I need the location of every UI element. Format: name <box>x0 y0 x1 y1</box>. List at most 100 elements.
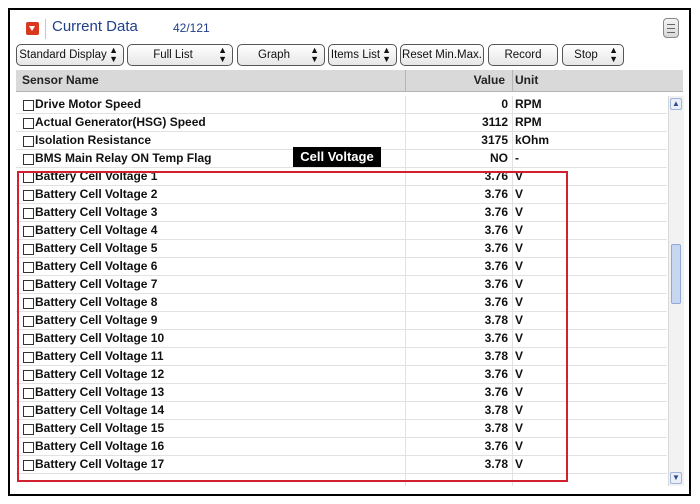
scroll-up-icon[interactable]: ▲ <box>670 98 682 110</box>
collapse-icon[interactable] <box>26 22 39 35</box>
table-row[interactable]: Battery Cell Voltage 3 3.76 V <box>16 204 667 222</box>
vertical-scrollbar[interactable]: ▲ ▼ <box>668 96 684 486</box>
table-row[interactable]: Battery Cell Voltage 1 3.76 V <box>16 168 667 186</box>
row-checkbox[interactable] <box>23 280 34 291</box>
sensor-name: Battery Cell Voltage 12 <box>35 367 165 381</box>
row-checkbox[interactable] <box>23 370 34 381</box>
panel-header: Current Data 42/121 <box>10 10 689 48</box>
stop-select[interactable]: Stop ▲ ▼ <box>562 44 624 66</box>
record-button[interactable]: Record <box>488 44 558 66</box>
sensor-unit: kOhm <box>515 133 550 147</box>
row-checkbox[interactable] <box>23 190 34 201</box>
table-row[interactable]: Battery Cell Voltage 8 3.76 V <box>16 294 667 312</box>
sensor-unit: V <box>515 241 524 255</box>
settings-icon[interactable] <box>663 18 679 38</box>
column-header-sensor-name[interactable]: Sensor Name <box>22 73 99 87</box>
sensor-unit: V <box>515 385 524 399</box>
toolbar: Standard Display ▲ ▼ Full List ▲ ▼ Graph ▲… <box>10 44 689 70</box>
record-label: Record <box>504 49 542 61</box>
sensor-unit: V <box>515 367 524 381</box>
items-list-select[interactable]: Items List ▲ ▼ <box>328 44 397 66</box>
sensor-value: 3.76 <box>484 439 508 453</box>
sensor-value: 3.76 <box>484 331 508 345</box>
table-row[interactable]: Battery Cell Voltage 7 3.76 V <box>16 276 667 294</box>
table-row[interactable]: Battery Cell Voltage 4 3.76 V <box>16 222 667 240</box>
sensor-name: Battery Cell Voltage 5 <box>35 241 158 255</box>
table-row[interactable]: Battery Cell Voltage 2 3.76 V <box>16 186 667 204</box>
sensor-name: Battery Cell Voltage 6 <box>35 259 158 273</box>
sensor-value: 3.76 <box>484 295 508 309</box>
table-row[interactable]: Battery Cell Voltage 12 3.76 V <box>16 366 667 384</box>
scroll-down-icon[interactable]: ▼ <box>670 472 682 484</box>
scrollbar-thumb[interactable] <box>671 244 681 304</box>
sensor-unit: RPM <box>515 115 542 129</box>
row-checkbox[interactable] <box>23 262 34 273</box>
row-checkbox[interactable] <box>23 208 34 219</box>
sensor-unit: V <box>515 439 524 453</box>
table-row[interactable]: Battery Cell Voltage 17 3.78 V <box>16 456 667 474</box>
row-checkbox[interactable] <box>23 118 34 129</box>
sensor-unit: V <box>515 349 524 363</box>
sensor-value: 3.76 <box>484 223 508 237</box>
sensor-unit: V <box>515 403 524 417</box>
table-row[interactable]: Drive Motor Speed 0 RPM <box>16 96 667 114</box>
sensor-unit: V <box>515 187 524 201</box>
cell-voltage-callout: Cell Voltage <box>293 147 381 167</box>
table-row[interactable]: Battery Cell Voltage 10 3.76 V <box>16 330 667 348</box>
spinner-icon: ▲ ▼ <box>310 45 319 64</box>
table-row[interactable]: Battery Cell Voltage 11 3.78 V <box>16 348 667 366</box>
table-row[interactable]: Battery Cell Voltage 5 3.76 V <box>16 240 667 258</box>
sensor-value: 3.76 <box>484 385 508 399</box>
row-checkbox[interactable] <box>23 388 34 399</box>
row-checkbox[interactable] <box>23 352 34 363</box>
column-divider <box>405 70 406 91</box>
sensor-name: Battery Cell Voltage 14 <box>35 403 165 417</box>
column-header-value[interactable]: Value <box>474 73 505 87</box>
sensor-value: 3.78 <box>484 421 508 435</box>
table-row[interactable]: Battery Cell Voltage 6 3.76 V <box>16 258 667 276</box>
row-checkbox[interactable] <box>23 136 34 147</box>
graph-select[interactable]: Graph ▲ ▼ <box>237 44 325 66</box>
sensor-name: Battery Cell Voltage 7 <box>35 277 158 291</box>
row-checkbox[interactable] <box>23 100 34 111</box>
table-row[interactable]: Actual Generator(HSG) Speed 3112 RPM <box>16 114 667 132</box>
full-list-select[interactable]: Full List ▲ ▼ <box>127 44 233 66</box>
row-checkbox[interactable] <box>23 172 34 183</box>
item-count: 42/121 <box>173 21 210 35</box>
items-list-label: Items List <box>330 49 381 61</box>
row-checkbox[interactable] <box>23 244 34 255</box>
sensor-name: Battery Cell Voltage 1 <box>35 169 158 183</box>
sensor-value: 3.76 <box>484 367 508 381</box>
standard-display-select[interactable]: Standard Display ▲ ▼ <box>16 44 124 66</box>
row-checkbox[interactable] <box>23 316 34 327</box>
table-row[interactable]: Battery Cell Voltage 14 3.78 V <box>16 402 667 420</box>
table-row[interactable]: Battery Cell Voltage 13 3.76 V <box>16 384 667 402</box>
sensor-unit: V <box>515 205 524 219</box>
sensor-name: Battery Cell Voltage 3 <box>35 205 158 219</box>
sensor-name: Battery Cell Voltage 11 <box>35 349 164 363</box>
spinner-icon: ▲ ▼ <box>382 45 391 64</box>
row-checkbox[interactable] <box>23 226 34 237</box>
row-checkbox[interactable] <box>23 406 34 417</box>
row-checkbox[interactable] <box>23 424 34 435</box>
row-checkbox[interactable] <box>23 298 34 309</box>
sensor-name: Battery Cell Voltage 10 <box>35 331 165 345</box>
reset-min-max-button[interactable]: Reset Min.Max. <box>400 44 484 66</box>
column-header-unit[interactable]: Unit <box>515 73 538 87</box>
table-row[interactable]: Battery Cell Voltage 9 3.78 V <box>16 312 667 330</box>
sensor-unit: V <box>515 313 524 327</box>
row-checkbox[interactable] <box>23 442 34 453</box>
sensor-value: 3.76 <box>484 169 508 183</box>
sensor-name: Isolation Resistance <box>35 133 152 147</box>
grid-header: Sensor Name Value Unit <box>16 70 683 92</box>
table-row[interactable]: Battery Cell Voltage 16 3.76 V <box>16 438 667 456</box>
sensor-unit: V <box>515 259 524 273</box>
row-checkbox[interactable] <box>23 334 34 345</box>
table-row[interactable]: Battery Cell Voltage 15 3.78 V <box>16 420 667 438</box>
row-checkbox[interactable] <box>23 154 34 165</box>
row-checkbox[interactable] <box>23 460 34 471</box>
sensor-name: BMS Main Relay ON Temp Flag <box>35 151 212 165</box>
sensor-name: Battery Cell Voltage 17 <box>35 457 165 471</box>
spinner-icon: ▲ ▼ <box>218 45 227 64</box>
sensor-value: 3.78 <box>484 403 508 417</box>
